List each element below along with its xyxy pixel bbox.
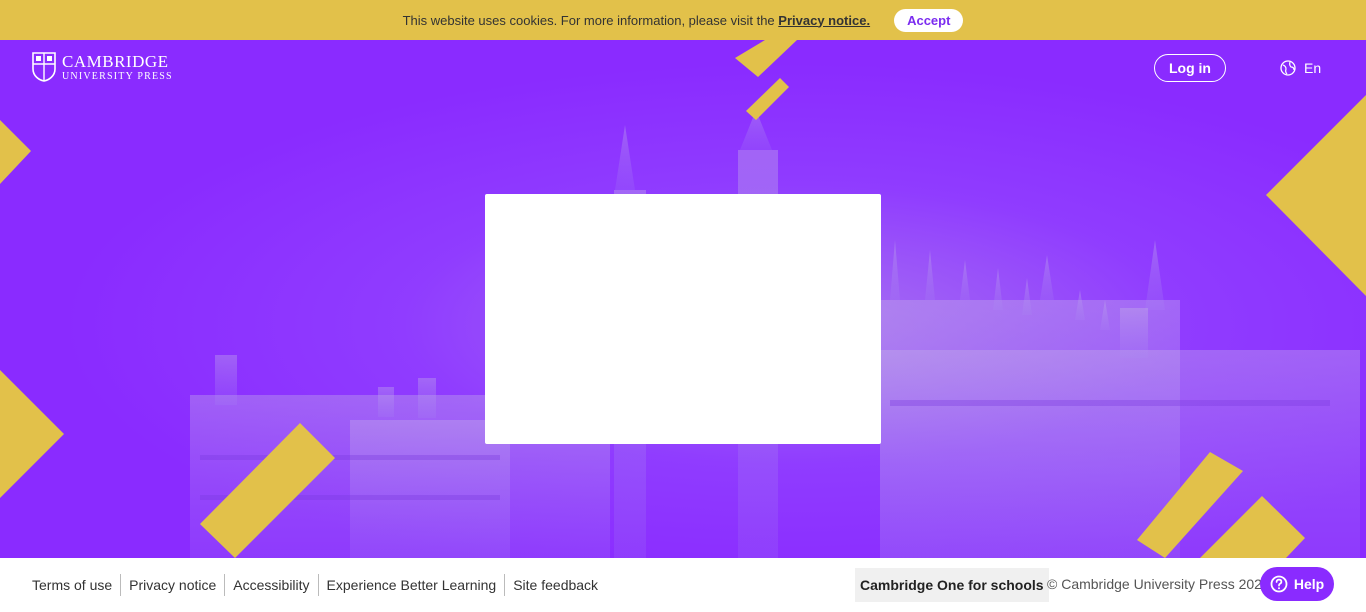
university-shield-icon (32, 52, 56, 82)
logo-main-text: CAMBRIDGE (62, 51, 169, 71)
terms-of-use-link[interactable]: Terms of use (32, 574, 120, 596)
footer: Terms of use Privacy notice Accessibilit… (0, 558, 1366, 612)
cookie-banner: This website uses cookies. For more info… (0, 0, 1366, 40)
cambridge-logo[interactable]: CAMBRIDGE UNIVERSITY PRESS (32, 52, 173, 82)
footer-links: Terms of use Privacy notice Accessibilit… (32, 574, 606, 596)
privacy-notice-link[interactable]: Privacy notice. (778, 13, 870, 28)
content-card (485, 194, 881, 444)
globe-icon (1280, 60, 1296, 76)
privacy-notice-footer-link[interactable]: Privacy notice (120, 574, 224, 596)
help-label: Help (1293, 576, 1325, 592)
accept-cookies-button[interactable]: Accept (894, 8, 964, 32)
question-circle-icon (1270, 575, 1288, 593)
cambridge-one-for-schools-button[interactable]: Cambridge One for schools (855, 568, 1049, 602)
help-button[interactable]: Help (1260, 567, 1334, 601)
hero-section: CAMBRIDGE UNIVERSITY PRESS Log in En (0, 40, 1366, 558)
language-label: En (1304, 60, 1322, 76)
language-selector[interactable]: En (1280, 60, 1321, 76)
cookie-text: This website uses cookies. For more info… (402, 12, 775, 28)
experience-better-learning-link[interactable]: Experience Better Learning (317, 574, 505, 596)
login-button[interactable]: Log in (1154, 54, 1226, 82)
accessibility-link[interactable]: Accessibility (224, 574, 317, 596)
copyright-text: © Cambridge University Press 2022 (1047, 576, 1270, 592)
cookie-message: This website uses cookies. For more info… (403, 13, 871, 28)
logo-sub-text: UNIVERSITY PRESS (62, 70, 173, 82)
site-feedback-link[interactable]: Site feedback (504, 574, 606, 596)
